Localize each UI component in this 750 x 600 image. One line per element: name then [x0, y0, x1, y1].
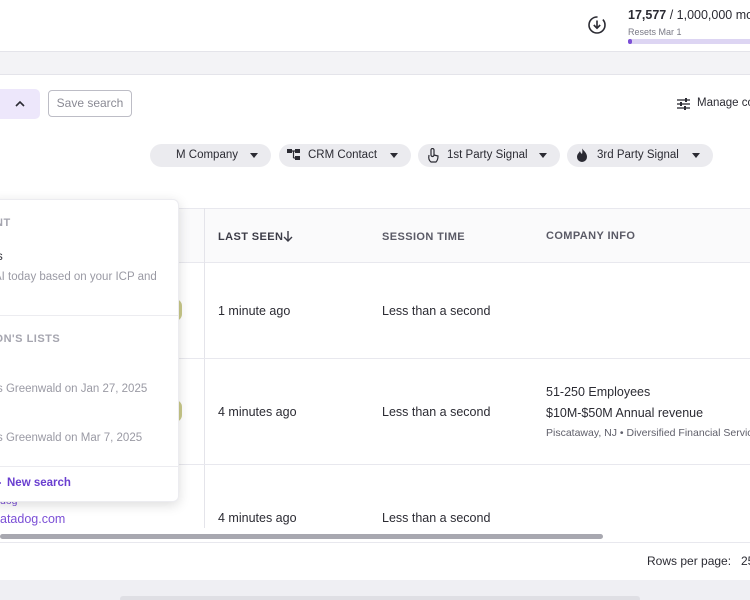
manage-columns-label: Manage co	[697, 97, 750, 109]
filter-crm-company[interactable]: M Company	[150, 144, 271, 167]
caret-down-icon	[692, 153, 700, 158]
plus-icon	[0, 482, 1, 484]
session-time-cell: Less than a second	[382, 511, 491, 525]
page-gap	[0, 53, 750, 74]
header-session-time[interactable]: SESSION TIME	[382, 231, 465, 243]
filter-1st-party-signal[interactable]: 1st Party Signal	[418, 144, 560, 167]
scrollbar-thumb[interactable]	[0, 534, 603, 539]
dropdown-item-description: AI today based on your ICP and	[0, 271, 157, 283]
pointer-hand-icon	[428, 148, 439, 163]
resets-label: Resets Mar 1	[628, 27, 682, 37]
filter-3rd-party-signal-label: 3rd Party Signal	[597, 149, 679, 161]
new-search-label: New search	[7, 477, 71, 489]
header-last-seen[interactable]: LAST SEEN	[218, 231, 283, 243]
usage-total: / 1,000,000 mor	[666, 8, 750, 22]
last-seen-cell: 1 minute ago	[218, 304, 291, 318]
company-revenue: $10M-$50M Annual revenue	[546, 406, 704, 420]
last-seen-cell: 4 minutes ago	[218, 511, 297, 525]
results-panel: s Save search Manage co M Company C	[0, 74, 750, 580]
header-company-info[interactable]: COMPANY INFO	[546, 230, 635, 242]
filter-1st-party-signal-label: 1st Party Signal	[447, 149, 528, 161]
dropdown-section-title: NT	[0, 217, 11, 229]
company-domain-link[interactable]: atadog.com	[0, 512, 65, 526]
usage-quota: 17,577 / 1,000,000 mor	[628, 8, 750, 22]
filter-crm-company-label: M Company	[176, 149, 238, 161]
caret-down-icon	[390, 153, 398, 158]
company-employees: 51-250 Employees	[546, 385, 651, 399]
bottom-shadow	[120, 596, 640, 600]
download-circle-icon[interactable]	[586, 14, 608, 36]
rows-per-page-select[interactable]: 25	[741, 554, 750, 568]
session-time-cell: Less than a second	[382, 304, 491, 318]
caret-down-icon	[250, 153, 258, 158]
dropdown-divider	[0, 315, 178, 316]
chevron-up-icon	[15, 100, 25, 107]
dropdown-section-title: ION'S LISTS	[0, 333, 61, 345]
filter-crm-contact-label: CRM Contact	[308, 149, 378, 161]
last-seen-cell: 4 minutes ago	[218, 405, 297, 419]
caret-down-icon	[539, 153, 547, 158]
new-search-button[interactable]: New search	[0, 466, 178, 501]
saved-list-item[interactable]: s Greenwald on Mar 7, 2025	[0, 432, 142, 444]
filter-crm-contact[interactable]: CRM Contact	[279, 144, 411, 167]
saved-list-item[interactable]: s Greenwald on Jan 27, 2025	[0, 383, 147, 395]
rows-per-page-label: Rows per page:	[647, 554, 732, 568]
usage-count: 17,577	[628, 8, 667, 22]
dropdown-item-title[interactable]: s	[0, 251, 3, 263]
save-search-button[interactable]: Save search	[48, 90, 132, 117]
saved-searches-toggle[interactable]: s	[0, 89, 40, 119]
sliders-icon	[677, 98, 690, 110]
org-chart-icon	[287, 149, 300, 160]
top-bar: 17,577 / 1,000,000 mor Resets Mar 1	[0, 0, 750, 52]
filter-3rd-party-signal[interactable]: 3rd Party Signal	[567, 144, 713, 167]
usage-progress-fill	[628, 39, 632, 44]
flame-icon	[577, 148, 587, 162]
footer-divider	[0, 542, 750, 543]
arrow-down-icon[interactable]	[282, 230, 294, 243]
horizontal-scrollbar[interactable]	[0, 530, 750, 542]
saved-searches-dropdown: NT s AI today based on your ICP and ION'…	[0, 199, 179, 502]
usage-progress-bar	[628, 39, 750, 44]
company-location-industry: Piscataway, NJ • Diversified Financial S…	[546, 427, 750, 439]
session-time-cell: Less than a second	[382, 405, 491, 419]
